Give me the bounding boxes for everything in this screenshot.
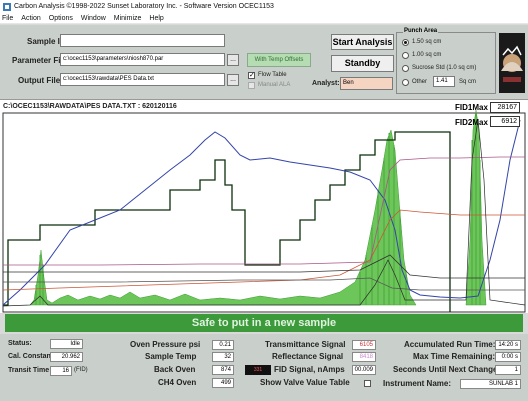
sample-id-input[interactable]	[60, 34, 225, 47]
back-oven-label: Back Oven	[154, 365, 196, 374]
punch-other-input[interactable]: 1.41	[433, 76, 455, 87]
punch-other-label: Other	[412, 79, 428, 85]
analyst-input[interactable]: Ben	[340, 77, 393, 90]
show-valve-checkbox[interactable]	[364, 380, 371, 387]
sample-temp-label: Sample Temp	[145, 352, 197, 361]
status-message-bar: Safe to put in a new sample	[5, 314, 523, 332]
bottom-status-panel: Status: Idle Cal. Constant = 20.962 Tran…	[0, 334, 528, 401]
menu-help[interactable]: Help	[149, 15, 163, 22]
parameter-file-input[interactable]: c:\ocec1153\parameters\niosh870.par	[60, 53, 225, 66]
title-bar: Carbon Analysis ©1998-2022 Sunset Labora…	[0, 0, 528, 13]
menu-action[interactable]: Action	[21, 15, 40, 22]
thermogram-plot	[2, 109, 526, 313]
app-icon	[3, 2, 11, 11]
manual-ala-label: Manual ALA	[258, 82, 291, 88]
accumulated-value: 14:20 s	[495, 340, 521, 350]
fid1max-value: 28167	[490, 102, 520, 113]
sunset-logo-icon	[499, 33, 525, 93]
flow-table-label: Flow Table	[258, 72, 287, 78]
accumulated-label: Accumulated Run Time:	[404, 340, 496, 349]
transit-time-unit: (FID)	[74, 367, 88, 373]
thermogram-chart: C:\OCEC1153\RAWDATA\PES DATA.TXT : 62012…	[0, 99, 528, 313]
fid1max-label: FID1Max	[455, 103, 488, 112]
show-valve-label: Show Valve Value Table	[260, 378, 350, 387]
punch-other-radio[interactable]	[402, 79, 409, 86]
status-value: Idle	[50, 339, 83, 349]
transit-time-label: Transit Time =	[8, 367, 56, 374]
punch-sucrose-label: Sucrose Std (1.0 sq cm)	[412, 65, 477, 71]
punch-150-label: 1.50 sq cm	[412, 39, 442, 45]
standby-button[interactable]: Standby	[331, 55, 394, 72]
transmittance-label: Transmittance Signal	[265, 340, 346, 349]
fid2max-label: FID2Max	[455, 118, 488, 127]
analyst-label: Analyst:	[312, 80, 340, 87]
parameter-browse-button[interactable]: ...	[227, 54, 239, 66]
baseline-series-2	[3, 277, 525, 291]
status-label: Status:	[8, 340, 32, 347]
punch-100-radio[interactable]	[402, 52, 409, 59]
fid-small-display: 331	[245, 365, 271, 375]
window-title: Carbon Analysis ©1998-2022 Sunset Labora…	[14, 3, 274, 10]
fid2max-value: 6912	[490, 116, 520, 127]
punch-area-title: Punch Area	[403, 28, 439, 34]
punch-100-label: 1.00 sq cm	[412, 52, 442, 58]
transit-time-value[interactable]: 16	[50, 366, 72, 376]
instrument-name-value: SUNLAB 1	[460, 379, 521, 389]
punch-other-unit: Sq cm	[459, 79, 477, 85]
instrument-name-label: Instrument Name:	[383, 379, 452, 388]
seconds-next-change-label: Seconds Until Next Change:	[393, 365, 501, 374]
back-oven-value: 874	[212, 365, 234, 375]
sample-temp-value: 32	[212, 352, 234, 362]
menu-window[interactable]: Window	[81, 15, 106, 22]
oven-pressure-label: Oven Pressure psi	[130, 340, 201, 349]
max-time-value: 0:00 s	[495, 352, 521, 362]
baseline-series	[3, 254, 525, 279]
seconds-next-change-value: 1	[495, 365, 521, 375]
laser-series	[2, 119, 521, 306]
punch-150-radio[interactable]	[402, 39, 409, 46]
cal-constant-value: 20.962	[50, 352, 83, 362]
max-time-label: Max Time Remaining:	[413, 352, 496, 361]
with-temp-offsets-button[interactable]: With Temp Offsets	[247, 53, 311, 67]
reflectance-label: Reflectance Signal	[272, 352, 344, 361]
output-browse-button[interactable]: ...	[227, 74, 239, 86]
fid-signal-value: 00.009	[352, 365, 376, 375]
menu-file[interactable]: File	[2, 15, 13, 22]
parameter-file-label: Parameter File	[12, 56, 68, 65]
menu-options[interactable]: Options	[49, 15, 73, 22]
ch4-oven-label: CH4 Oven	[158, 378, 197, 387]
top-controls-panel: Sample ID Parameter File c:\ocec1153\par…	[0, 25, 528, 99]
oven-pressure-value: 0.21	[212, 340, 234, 350]
flow-table-checkbox[interactable]: ✓	[248, 72, 255, 79]
menu-bar: File Action Options Window Minimize Help	[0, 13, 528, 24]
fid-signal-label: FID Signal, nAmps	[274, 365, 345, 374]
fid-hatch	[35, 112, 481, 305]
oven-temp-series	[3, 156, 525, 266]
punch-area-group: Punch Area 1.50 sq cm 1.00 sq cm Sucrose…	[396, 28, 496, 94]
manual-ala-checkbox[interactable]	[248, 82, 255, 89]
ch4-oven-value: 499	[212, 378, 234, 388]
reflectance-value: 8418	[352, 352, 376, 362]
output-file-input[interactable]: c:\ocec1153\rawdata\PES Data.txt	[60, 73, 225, 86]
punch-sucrose-radio[interactable]	[402, 65, 409, 72]
transmittance-value: 6105	[352, 340, 376, 350]
output-file-label: Output File	[18, 76, 61, 85]
menu-minimize[interactable]: Minimize	[114, 15, 142, 22]
start-analysis-button[interactable]: Start Analysis	[331, 34, 394, 50]
